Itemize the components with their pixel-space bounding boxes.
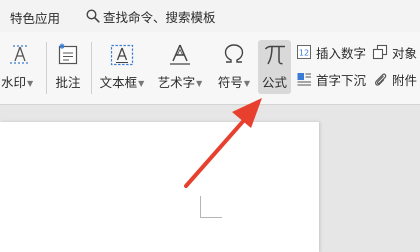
- symbol-label: 符号: [217, 75, 243, 90]
- insert-number-icon: 12: [297, 45, 311, 59]
- formula-button[interactable]: 公式: [258, 40, 291, 94]
- ribbon-divider: [91, 42, 92, 94]
- drop-cap-icon: [297, 73, 311, 86]
- document-page[interactable]: [0, 122, 319, 252]
- textbox-icon: [110, 44, 134, 66]
- wordart-label: 艺术字: [157, 75, 196, 90]
- watermark-button[interactable]: 水印▼: [0, 32, 40, 104]
- omega-icon: [224, 44, 244, 63]
- attachment-button[interactable]: 附件: [372, 69, 417, 89]
- dropdown-caret-icon: ▼: [243, 79, 251, 88]
- object-label: 对象: [392, 45, 418, 61]
- object-button[interactable]: 对象: [372, 42, 417, 62]
- drop-cap-button[interactable]: 首字下沉: [296, 69, 366, 89]
- dropdown-caret-icon: ▼: [138, 79, 145, 88]
- special-apps-tab[interactable]: 特色应用: [10, 8, 60, 27]
- insert-number-button[interactable]: 12 插入数字: [296, 42, 366, 62]
- watermark-icon: [10, 45, 30, 64]
- pi-icon: [264, 45, 285, 65]
- top-tab-bar: 特色应用 查找命令、搜索模板: [0, 0, 420, 32]
- drop-cap-label: 首字下沉: [316, 72, 367, 88]
- comment-button[interactable]: 批注: [50, 32, 86, 104]
- comment-label: 批注: [55, 75, 81, 90]
- ribbon-divider: [46, 42, 47, 94]
- dropdown-caret-icon: ▼: [27, 79, 34, 88]
- search-icon: [86, 9, 100, 23]
- dropdown-caret-icon: ▼: [196, 79, 203, 88]
- wordart-icon: [170, 44, 190, 65]
- formula-label: 公式: [261, 75, 287, 90]
- comment-icon: [58, 43, 78, 65]
- insert-ribbon: 水印▼ 批注 文本框▼ 艺术字▼ 符号▼ 公式 12 插入数字 首字下沉 对象 …: [0, 32, 420, 105]
- page-margin-corner-mark: [200, 196, 222, 218]
- search-placeholder: 查找命令、搜索模板: [103, 9, 216, 25]
- textbox-label: 文本框: [99, 75, 138, 90]
- wordart-button[interactable]: 艺术字▼: [154, 32, 206, 104]
- paperclip-icon: [375, 73, 387, 86]
- command-search[interactable]: 查找命令、搜索模板: [86, 6, 216, 26]
- svg-text:12: 12: [299, 49, 309, 58]
- symbol-button[interactable]: 符号▼: [213, 32, 255, 104]
- attachment-label: 附件: [392, 72, 418, 88]
- textbox-button[interactable]: 文本框▼: [98, 32, 146, 104]
- object-icon: [372, 44, 388, 60]
- insert-number-label: 插入数字: [316, 45, 367, 61]
- watermark-label: 水印: [1, 75, 27, 90]
